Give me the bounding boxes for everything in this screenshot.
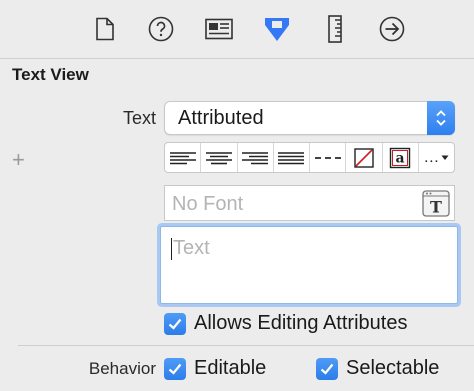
justify-icon: [278, 151, 305, 164]
identity-inspector-tab[interactable]: [202, 12, 236, 46]
font-field-placeholder: No Font: [172, 193, 244, 215]
connections-arrow-icon: [379, 16, 405, 42]
font-field[interactable]: No Font T: [164, 185, 455, 221]
align-left-icon: [169, 151, 196, 164]
size-inspector-tab[interactable]: [318, 12, 352, 46]
checkbox-checked-icon: [164, 312, 186, 335]
allows-editing-attributes-label: Allows Editing Attributes: [194, 312, 408, 334]
connections-inspector-tab[interactable]: [375, 12, 409, 46]
font-picker-button[interactable]: T: [422, 190, 450, 217]
inspector-tab-bar: [0, 0, 474, 58]
tabbar-divider: [0, 58, 474, 59]
file-icon: [96, 17, 114, 41]
behavior-label: Behavior: [88, 359, 156, 378]
font-picker-icon: T: [422, 190, 450, 217]
more-options-label: …: [423, 148, 440, 166]
text-row-label: Text: [122, 108, 156, 128]
align-left-button[interactable]: [165, 143, 202, 172]
selectable-label: Selectable: [346, 357, 440, 379]
allows-editing-attributes-checkbox[interactable]: Allows Editing Attributes: [164, 312, 407, 335]
quick-help-tab[interactable]: [144, 12, 178, 46]
section-divider: [18, 345, 474, 346]
more-options-button[interactable]: …: [419, 143, 454, 172]
svg-text:T: T: [430, 198, 442, 217]
align-center-icon: [205, 151, 232, 164]
file-inspector-tab[interactable]: [88, 12, 122, 46]
text-color-icon: a: [389, 147, 411, 168]
checkbox-checked-icon: [316, 357, 338, 380]
align-right-icon: [242, 151, 269, 164]
align-right-button[interactable]: [238, 143, 274, 172]
attributes-inspector-tab[interactable]: [260, 12, 294, 46]
section-title: Text View: [12, 65, 89, 84]
no-color-icon: [354, 147, 374, 168]
size-ruler-icon: [328, 15, 342, 43]
attributes-icon: [265, 18, 289, 41]
text-area-placeholder: Text: [173, 237, 210, 259]
text-content-area[interactable]: Text: [160, 226, 458, 304]
text-color-button[interactable]: a: [383, 143, 419, 172]
natural-alignment-button[interactable]: [310, 143, 347, 172]
text-format-toolbar: a …: [164, 142, 455, 173]
natural-alignment-icon: [314, 156, 341, 159]
selectable-checkbox[interactable]: Selectable: [316, 357, 439, 380]
add-variation-plus-icon[interactable]: +: [12, 147, 25, 173]
help-icon: [148, 16, 174, 42]
text-caret: [171, 238, 172, 260]
identity-icon: [205, 18, 233, 40]
align-center-button[interactable]: [201, 143, 238, 172]
editable-label: Editable: [194, 357, 267, 379]
text-type-popup-value: Attributed: [178, 107, 264, 129]
no-color-button[interactable]: [346, 143, 383, 172]
editable-checkbox[interactable]: Editable: [164, 357, 266, 380]
popup-stepper-icon: [427, 101, 455, 135]
text-color-glyph: a: [396, 150, 405, 166]
chevron-down-icon: [441, 155, 449, 160]
text-type-popup[interactable]: Attributed: [164, 101, 455, 135]
checkbox-checked-icon: [164, 357, 186, 380]
justify-button[interactable]: [274, 143, 310, 172]
